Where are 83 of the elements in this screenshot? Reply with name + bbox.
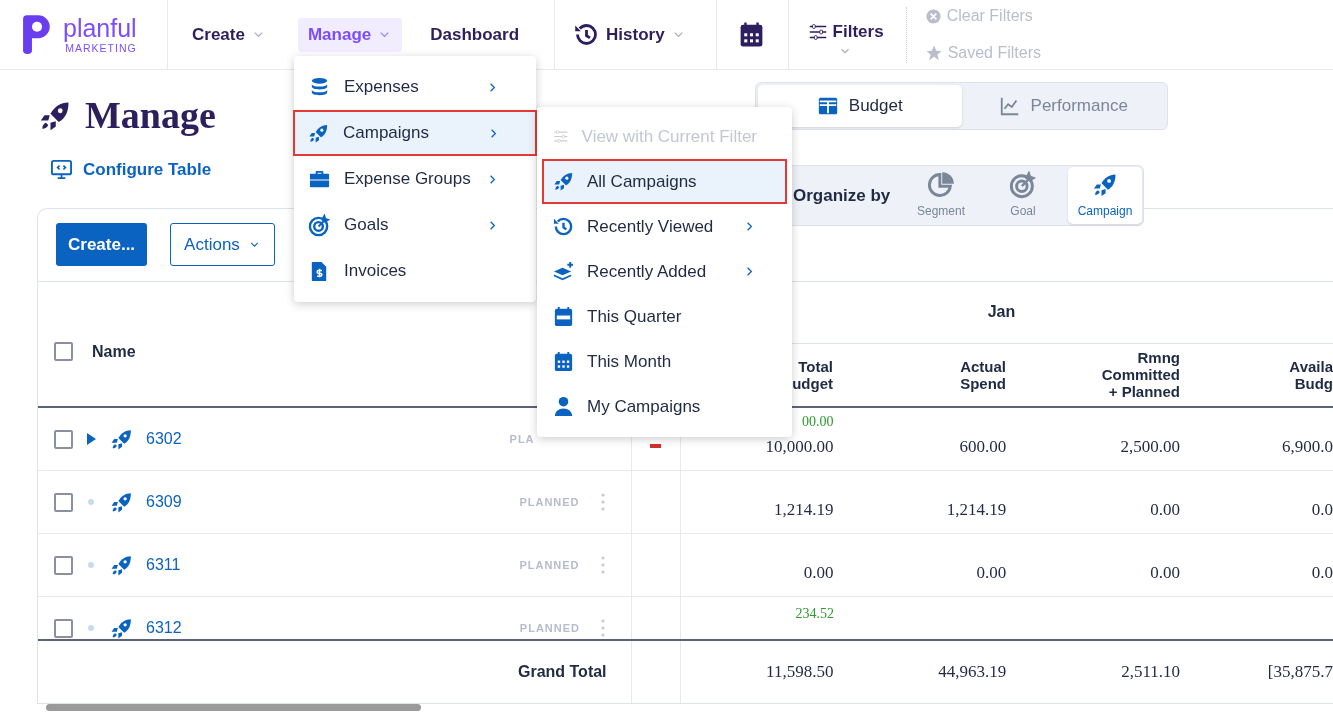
table-cell: 0.0 xyxy=(1311,563,1333,584)
status-label: PLANNED xyxy=(519,557,580,573)
table-cell: 1,214.19 xyxy=(946,500,1007,521)
expand-caret-icon[interactable] xyxy=(86,433,96,446)
person-icon xyxy=(552,395,575,418)
checkbox[interactable] xyxy=(54,429,73,449)
budget-note: 00.00 xyxy=(801,413,834,432)
more-icon xyxy=(600,556,605,575)
table-cell: 0.00 xyxy=(803,563,834,584)
menu-item[interactable]: Expenses xyxy=(294,64,536,110)
campaign-link[interactable]: 6312 xyxy=(146,616,182,640)
nav-menu-item[interactable]: Create xyxy=(182,17,276,52)
total-cell-text: 44,963.19 xyxy=(938,661,1007,684)
table-cell: 6,900.0 xyxy=(1282,437,1333,458)
column-header: Actual Spend xyxy=(960,358,1006,392)
calendar-icon xyxy=(552,305,575,328)
page-title: Manage xyxy=(85,93,216,138)
view-tab[interactable]: Budget xyxy=(758,85,962,127)
period-header: Jan xyxy=(987,302,1016,323)
table-cell: 600.00 xyxy=(959,437,1007,458)
status-label: PLA xyxy=(509,431,535,447)
grand-total-label: Grand Total xyxy=(517,662,607,683)
menu-item[interactable]: This Month xyxy=(542,339,787,384)
table-cell: 0.0 xyxy=(1311,500,1333,521)
column-header: Availa Budg xyxy=(1289,358,1333,392)
checkbox[interactable] xyxy=(54,492,73,512)
nav-menu-item[interactable]: Manage xyxy=(297,17,403,52)
history-icon xyxy=(573,21,600,48)
stack-plus-icon xyxy=(552,260,575,283)
menu-item[interactable]: Campaigns xyxy=(293,110,537,156)
menu-item[interactable]: Recently Viewed xyxy=(542,204,787,249)
configure-table-link[interactable]: Configure Table xyxy=(50,157,212,183)
menu-item[interactable]: This Quarter xyxy=(542,294,787,339)
total-cell-text: 11,598.50 xyxy=(766,661,834,684)
brand-tagline: MARKETING xyxy=(65,42,137,54)
checkbox[interactable] xyxy=(54,342,73,362)
menu-item[interactable]: All Campaigns xyxy=(542,159,787,204)
status-label: PLANNED xyxy=(519,494,580,510)
campaign-link[interactable]: 6311 xyxy=(146,553,181,578)
campaign-link[interactable]: 6309 xyxy=(146,490,182,515)
brand-name: planful xyxy=(63,15,137,41)
checkbox[interactable] xyxy=(54,618,73,638)
nav-menu-item[interactable]: Dashboard xyxy=(420,17,529,52)
create-button[interactable]: Create... xyxy=(56,223,148,266)
menu-item[interactable]: Goals xyxy=(294,202,536,248)
menu-item[interactable]: Invoices xyxy=(294,248,536,294)
campaign-link[interactable]: 6302 xyxy=(146,427,182,452)
column-header: Rmng Committed + Planned xyxy=(1101,349,1180,401)
line-chart-icon xyxy=(998,95,1021,117)
scrollbar-thumb[interactable] xyxy=(46,704,421,711)
target-icon xyxy=(308,213,331,237)
more-icon xyxy=(600,493,605,512)
menu-item[interactable]: Recently Added xyxy=(542,249,787,294)
star-icon xyxy=(924,44,943,62)
nav-menu-item[interactable]: History xyxy=(563,17,696,52)
more-icon xyxy=(601,619,605,638)
target-icon xyxy=(1009,171,1037,199)
table-icon xyxy=(816,95,839,117)
table-cell: 1,214.19 xyxy=(773,500,834,521)
filters-button[interactable]: Filters xyxy=(806,10,884,59)
history-icon xyxy=(552,215,575,238)
clear-icon xyxy=(924,7,942,25)
table-cell: 2,500.00 xyxy=(1120,437,1181,458)
menu-item[interactable]: Expense Groups xyxy=(294,156,536,202)
rocket-icon xyxy=(552,170,575,193)
table-cell: 10,000.00 xyxy=(765,437,834,458)
table-cell: 0.00 xyxy=(976,563,1007,584)
calendar-icon xyxy=(552,350,575,373)
budget-note: 234.52 xyxy=(795,605,834,624)
monitor-code-icon xyxy=(50,158,73,182)
menu-item[interactable]: My Campaigns xyxy=(542,384,787,429)
organize-option[interactable]: Campaign xyxy=(1068,167,1142,224)
checkbox[interactable] xyxy=(54,555,73,575)
table-cell: 0.00 xyxy=(1150,563,1181,584)
column-header: Name xyxy=(92,342,136,362)
total-cell-text: 2,511.10 xyxy=(1121,661,1181,684)
pie-chart-icon xyxy=(927,171,955,199)
total-cell-text: [35,875.7 xyxy=(1267,661,1333,684)
organize-label: Organize by xyxy=(793,184,891,207)
column-header: Total udget xyxy=(792,358,833,392)
table-cell: 0.00 xyxy=(1150,500,1181,521)
actions-dropdown[interactable]: Actions xyxy=(170,223,275,266)
status-label: PLANNED xyxy=(519,620,580,636)
